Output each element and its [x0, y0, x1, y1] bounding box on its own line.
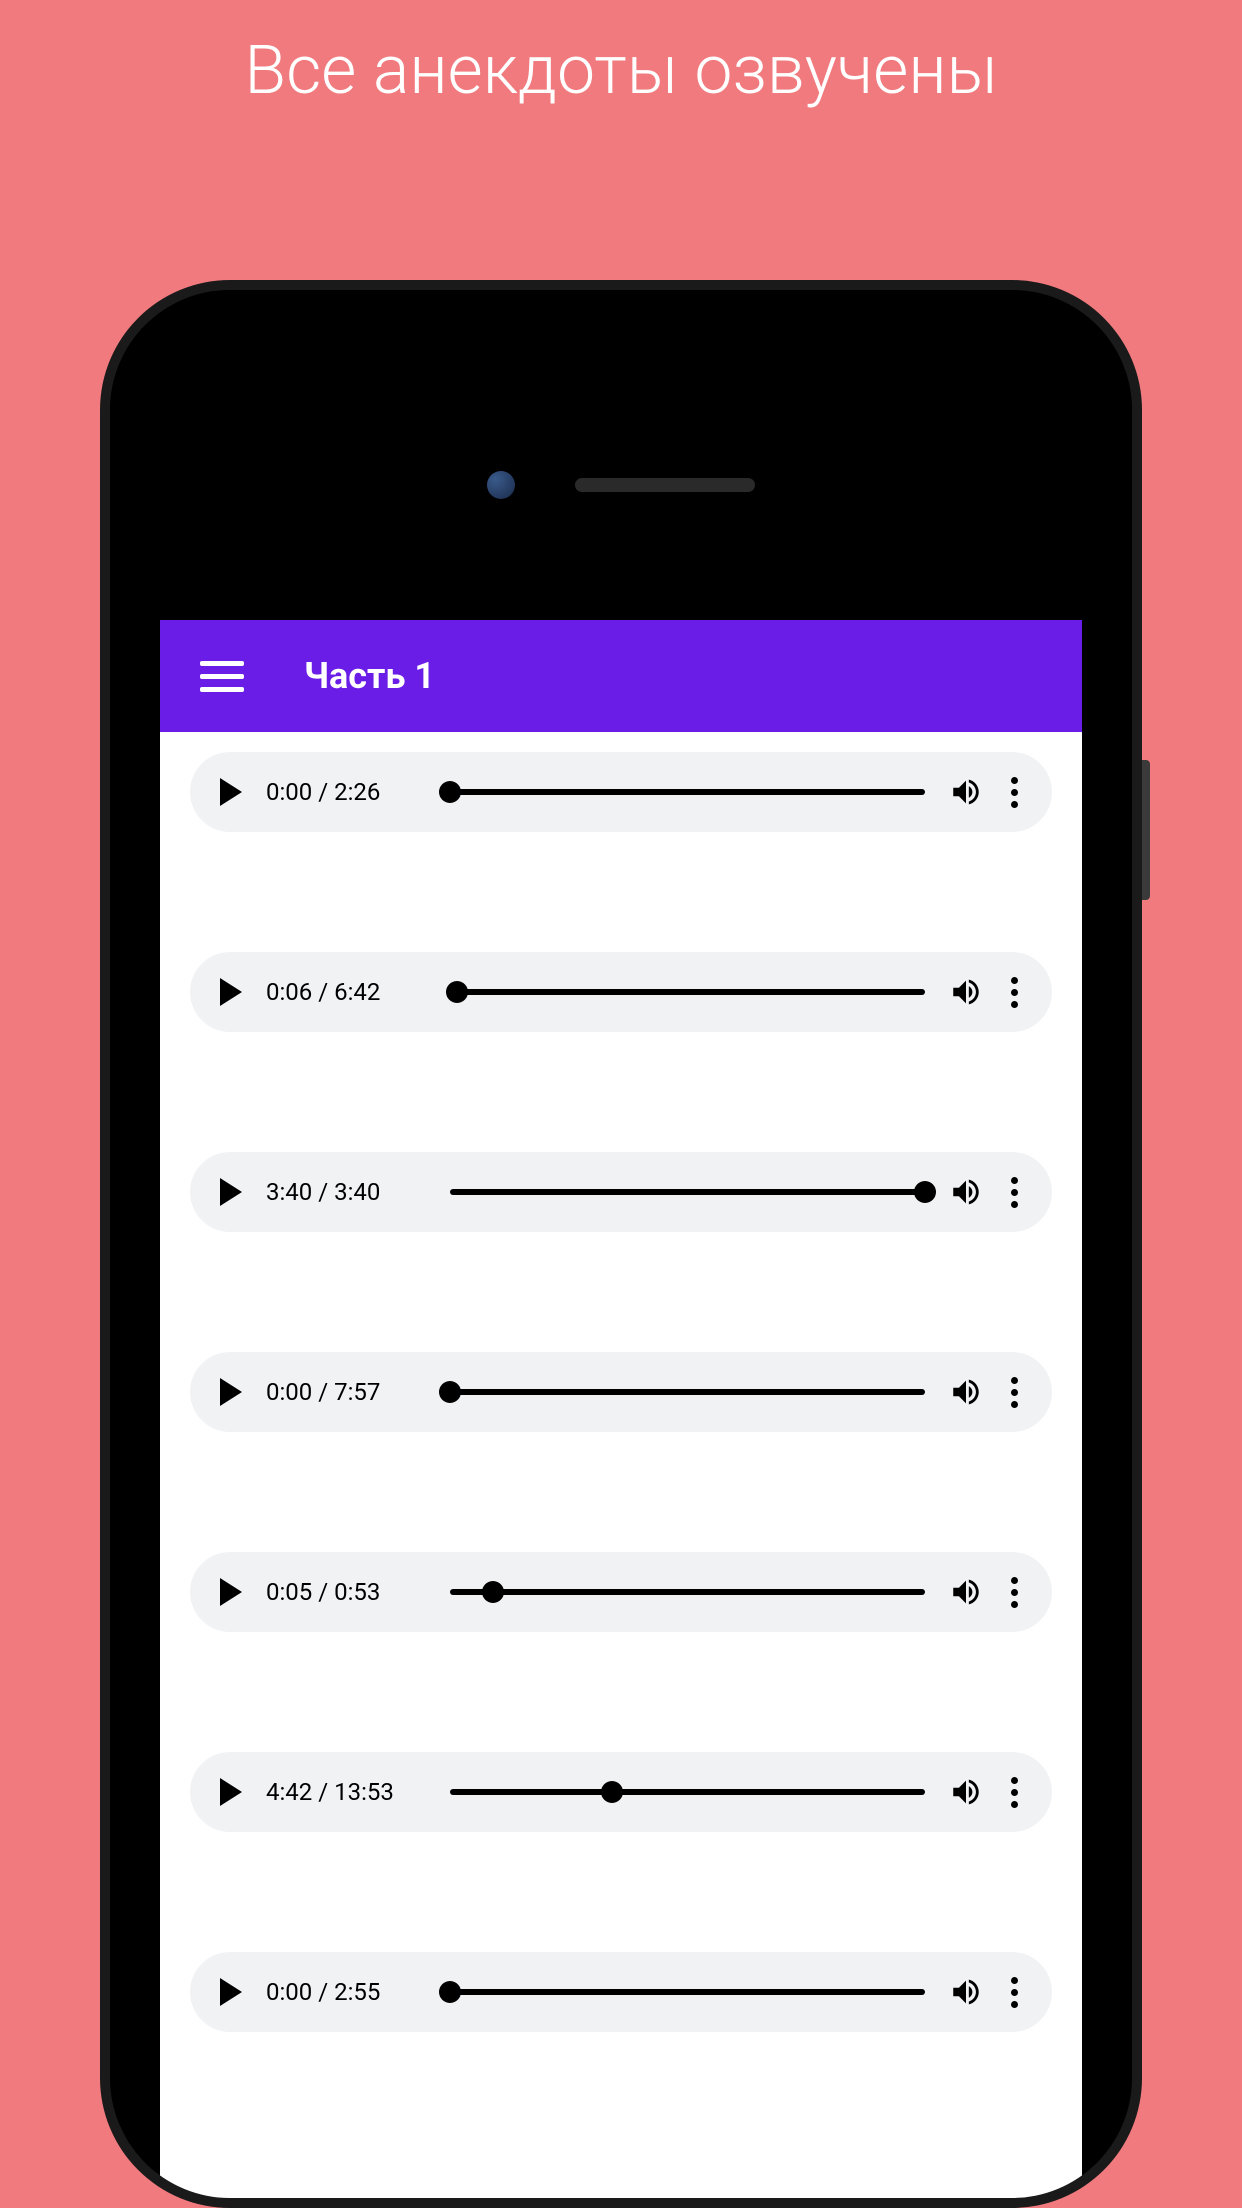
phone-inner: Часть 1 0:00 / 2:26 — [110, 290, 1132, 2198]
more-icon[interactable] — [1007, 977, 1022, 1008]
audio-player: 4:42 / 13:53 — [190, 1752, 1052, 1832]
play-icon[interactable] — [220, 1578, 242, 1606]
audio-player: 0:06 / 6:42 — [190, 952, 1052, 1032]
page-title: Часть 1 — [304, 655, 435, 697]
progress-thumb[interactable] — [914, 1181, 936, 1203]
audio-list: 0:00 / 2:26 0:06 / 6:42 — [160, 732, 1082, 2172]
time-display: 0:06 / 6:42 — [266, 978, 426, 1006]
progress-thumb[interactable] — [482, 1581, 504, 1603]
time-display: 0:00 / 7:57 — [266, 1378, 426, 1406]
progress-thumb[interactable] — [439, 1381, 461, 1403]
time-display: 0:00 / 2:26 — [266, 778, 426, 806]
phone-speaker — [575, 478, 755, 492]
volume-icon[interactable] — [949, 1575, 983, 1609]
app-screen: Часть 1 0:00 / 2:26 — [160, 620, 1082, 2198]
progress-thumb[interactable] — [446, 981, 468, 1003]
time-display: 4:42 / 13:53 — [266, 1778, 426, 1806]
progress-slider[interactable] — [450, 1989, 925, 1995]
more-icon[interactable] — [1007, 1377, 1022, 1408]
more-icon[interactable] — [1007, 1577, 1022, 1608]
phone-frame: Часть 1 0:00 / 2:26 — [100, 280, 1142, 2208]
hamburger-menu-icon[interactable] — [200, 661, 244, 692]
more-icon[interactable] — [1007, 777, 1022, 808]
play-icon[interactable] — [220, 778, 242, 806]
play-icon[interactable] — [220, 1778, 242, 1806]
more-icon[interactable] — [1007, 1177, 1022, 1208]
play-icon[interactable] — [220, 978, 242, 1006]
progress-slider[interactable] — [450, 789, 925, 795]
app-bar: Часть 1 — [160, 620, 1082, 732]
progress-slider[interactable] — [450, 1389, 925, 1395]
volume-icon[interactable] — [949, 1775, 983, 1809]
volume-icon[interactable] — [949, 1375, 983, 1409]
phone-camera — [487, 471, 515, 499]
play-icon[interactable] — [220, 1378, 242, 1406]
progress-thumb[interactable] — [439, 781, 461, 803]
progress-thumb[interactable] — [601, 1781, 623, 1803]
progress-thumb[interactable] — [439, 1981, 461, 2003]
time-display: 3:40 / 3:40 — [266, 1178, 426, 1206]
marketing-title: Все анекдоты озвучены — [0, 0, 1242, 110]
audio-player: 0:05 / 0:53 — [190, 1552, 1052, 1632]
progress-slider[interactable] — [450, 1189, 925, 1195]
audio-player: 0:00 / 2:26 — [190, 752, 1052, 832]
time-display: 0:00 / 2:55 — [266, 1978, 426, 2006]
more-icon[interactable] — [1007, 1977, 1022, 2008]
volume-icon[interactable] — [949, 1975, 983, 2009]
progress-slider[interactable] — [450, 1789, 925, 1795]
volume-icon[interactable] — [949, 975, 983, 1009]
progress-slider[interactable] — [450, 989, 925, 995]
time-display: 0:05 / 0:53 — [266, 1578, 426, 1606]
play-icon[interactable] — [220, 1978, 242, 2006]
phone-side-button — [1142, 760, 1150, 900]
progress-slider[interactable] — [450, 1589, 925, 1595]
play-icon[interactable] — [220, 1178, 242, 1206]
volume-icon[interactable] — [949, 775, 983, 809]
audio-player: 0:00 / 7:57 — [190, 1352, 1052, 1432]
volume-icon[interactable] — [949, 1175, 983, 1209]
audio-player: 3:40 / 3:40 — [190, 1152, 1052, 1232]
phone-notch — [110, 290, 1132, 620]
audio-player: 0:00 / 2:55 — [190, 1952, 1052, 2032]
more-icon[interactable] — [1007, 1777, 1022, 1808]
